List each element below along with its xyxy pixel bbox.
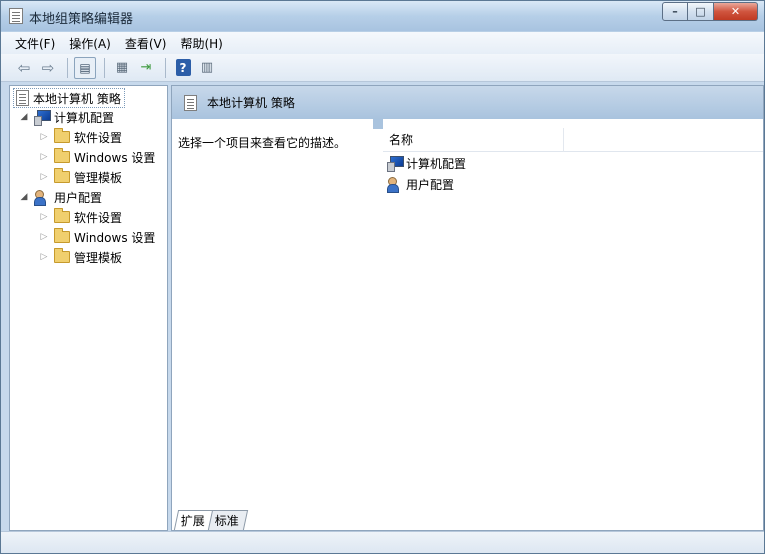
folder-icon [54, 128, 70, 143]
help-icon: ? [175, 59, 191, 76]
users-icon [34, 190, 50, 206]
tree-item-label: 软件设置 [74, 210, 123, 225]
filter-options-button[interactable]: ▥ [196, 57, 218, 79]
export-list-button[interactable]: ⇥ [135, 57, 157, 79]
collapsed-arrow-icon[interactable]: ▷ [38, 152, 50, 162]
menu-file[interactable]: 文件(F) [15, 35, 55, 52]
tree-item-label: 管理模板 [74, 250, 123, 265]
main-window: 本地组策略编辑器 – □ ✕ 文件(F) 操作(A) 查看(V) 帮助(H) ⇦… [0, 0, 765, 554]
collapsed-arrow-icon[interactable]: ▷ [38, 172, 50, 182]
tree-item-computer-config[interactable]: ◢ 计算机配置 [18, 107, 114, 127]
tree-item-software-settings[interactable]: ▷ 软件设置 [38, 207, 122, 227]
tree-item-admin-templates[interactable]: ▷ 管理模板 [38, 167, 122, 187]
toolbar-separator [104, 57, 105, 78]
collapsed-arrow-icon[interactable]: ▷ [38, 252, 50, 262]
menu-bar: 文件(F) 操作(A) 查看(V) 帮助(H) [1, 32, 764, 54]
app-icon [9, 8, 23, 24]
folder-icon [54, 228, 70, 243]
folder-icon [54, 168, 70, 183]
list-header: 名称 [383, 128, 763, 152]
tree-item-admin-templates[interactable]: ▷ 管理模板 [38, 247, 122, 267]
tree-item-windows-settings[interactable]: ▷ Windows 设置 [38, 147, 155, 167]
back-button[interactable]: ⇦ [13, 57, 35, 79]
menu-action[interactable]: 操作(A) [69, 35, 111, 52]
expanded-arrow-icon[interactable]: ◢ [18, 192, 30, 202]
details-header: 本地计算机 策略 [172, 86, 763, 119]
show-hide-tree-button[interactable]: ▤ [74, 56, 96, 79]
tree-root-label: 本地计算机 策略 [33, 91, 121, 106]
list-item-label: 用户配置 [406, 177, 455, 192]
details-header-title: 本地计算机 策略 [207, 96, 295, 110]
tree-item-windows-settings[interactable]: ▷ Windows 设置 [38, 227, 155, 247]
close-button[interactable]: ✕ [714, 2, 758, 21]
status-bar [1, 531, 764, 553]
forward-arrow-icon: ⇨ [41, 58, 55, 77]
window-title: 本地组策略编辑器 [29, 12, 134, 27]
tree-item-user-config[interactable]: ◢ 用户配置 [18, 187, 102, 207]
tab-standard[interactable]: 标准 [207, 510, 249, 530]
menu-view[interactable]: 查看(V) [125, 35, 167, 52]
filter-options-icon: ▥ [200, 60, 214, 75]
toolbar-separator [67, 57, 68, 78]
folder-icon [54, 148, 70, 163]
view-tabs: 扩展 标准 [172, 508, 249, 530]
minimize-icon: – [672, 5, 678, 18]
collapsed-arrow-icon[interactable]: ▷ [38, 132, 50, 142]
caption-buttons: – □ ✕ [662, 2, 758, 21]
folder-icon [54, 248, 70, 263]
back-arrow-icon: ⇦ [17, 58, 31, 77]
tab-label: 扩展 [180, 514, 205, 528]
close-icon: ✕ [730, 5, 741, 18]
list-item-label: 计算机配置 [406, 156, 467, 171]
tree-item-label: Windows 设置 [74, 230, 156, 245]
policy-document-icon [16, 90, 29, 106]
collapsed-arrow-icon[interactable]: ▷ [38, 212, 50, 222]
title-bar[interactable]: 本地组策略编辑器 – □ ✕ [1, 1, 764, 31]
header-divider [373, 119, 383, 129]
list-item-computer-config[interactable]: 计算机配置 [387, 153, 466, 173]
tree-item-label: 管理模板 [74, 170, 123, 185]
computer-icon [34, 110, 51, 126]
toolbar: ⇦ ⇨ ▤ ▦ ⇥ ? ▥ [1, 54, 764, 82]
help-button[interactable]: ? [172, 57, 194, 79]
properties-icon: ▦ [115, 60, 129, 75]
maximize-icon: □ [695, 5, 706, 18]
minimize-button[interactable]: – [662, 2, 688, 21]
description-text: 选择一个项目来查看它的描述。 [178, 136, 347, 150]
computer-icon [387, 156, 404, 172]
tree-root[interactable]: 本地计算机 策略 [13, 88, 125, 108]
toolbar-separator [165, 57, 166, 78]
details-pane: 本地计算机 策略 选择一个项目来查看它的描述。 名称 计算机配置 用户配置 扩展… [171, 85, 764, 531]
properties-button[interactable]: ▦ [111, 57, 133, 79]
list-item-user-config[interactable]: 用户配置 [387, 174, 454, 194]
column-header-name[interactable]: 名称 [383, 128, 564, 152]
export-list-icon: ⇥ [140, 60, 152, 75]
forward-button[interactable]: ⇨ [37, 57, 59, 79]
show-hide-tree-icon: ▤ [79, 60, 91, 75]
collapsed-arrow-icon[interactable]: ▷ [38, 232, 50, 242]
folder-icon [54, 208, 70, 223]
tree-item-label: 软件设置 [74, 130, 123, 145]
maximize-button[interactable]: □ [688, 2, 714, 21]
tree-pane[interactable]: 本地计算机 策略 ◢ 计算机配置 ▷ 软件设置 ▷ Windows 设置 ▷ 管… [9, 85, 168, 531]
expanded-arrow-icon[interactable]: ◢ [18, 112, 30, 122]
users-icon [387, 177, 403, 193]
tab-label: 标准 [214, 514, 239, 528]
tree-item-label: 计算机配置 [54, 110, 115, 125]
menu-help[interactable]: 帮助(H) [180, 35, 222, 52]
tree-item-label: 用户配置 [54, 190, 103, 205]
tree-item-software-settings[interactable]: ▷ 软件设置 [38, 127, 122, 147]
policy-document-icon [184, 94, 197, 111]
tree-item-label: Windows 设置 [74, 150, 156, 165]
